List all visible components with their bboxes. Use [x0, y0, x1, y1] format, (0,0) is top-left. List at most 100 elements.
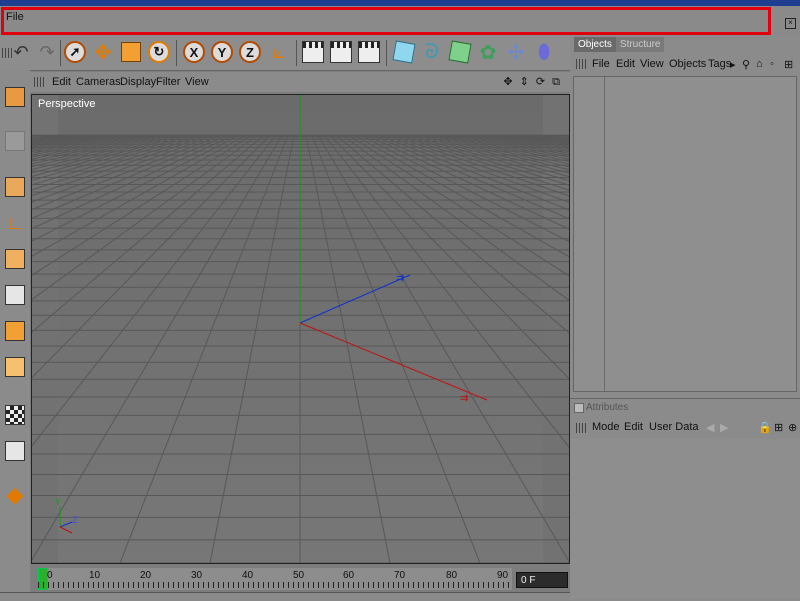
highlight-box [1, 7, 771, 35]
redo-button[interactable]: ↷ [34, 38, 60, 66]
y-axis-lock-button[interactable]: Y [209, 38, 235, 66]
object-list[interactable] [573, 76, 797, 392]
model-mode-icon [5, 87, 25, 107]
array-button[interactable]: ✿ [475, 38, 501, 66]
perspective-viewport[interactable]: ⇉ ⇉ Perspective Y Z [31, 94, 570, 564]
viewport-menu-edit[interactable]: Edit [52, 76, 71, 88]
timeline[interactable]: 0 10 20 30 40 50 60 70 80 90 [38, 568, 512, 590]
add-icon[interactable]: ⊕ [788, 421, 797, 434]
scale-button[interactable] [118, 38, 144, 66]
clapper-icon [358, 41, 380, 63]
use-object-mode-button[interactable] [2, 126, 28, 156]
uvw-points-button[interactable] [2, 316, 28, 346]
live-selection-button[interactable]: ➚ [62, 38, 88, 66]
timeline-tick: 50 [293, 570, 305, 581]
undo-button[interactable]: ↶ [8, 38, 34, 66]
clapper-icon [302, 41, 324, 63]
coordinate-system-button[interactable]: ⟀ [266, 38, 292, 66]
attributes-menu-edit[interactable]: Edit [624, 421, 643, 433]
tab-structure[interactable]: Structure [615, 37, 665, 52]
new-attribute-window-icon[interactable]: ⊞ [774, 421, 783, 434]
attributes-menu: Mode Edit User Data ◀ ▶ 🔒 ⊞ ⊕ [570, 419, 800, 437]
objects-menu-tags[interactable]: Tags [708, 58, 731, 70]
uvw-polygons-button[interactable] [2, 352, 28, 382]
attributes-menu-grip-icon[interactable] [576, 423, 586, 433]
render-settings-button[interactable] [356, 38, 382, 66]
render-view-button[interactable] [300, 38, 326, 66]
back-arrow-icon[interactable]: ◀ [706, 421, 714, 434]
attributes-menu-mode[interactable]: Mode [592, 421, 620, 433]
timeline-tick: 90 [497, 570, 509, 581]
array-icon: ✿ [479, 41, 497, 64]
toolbar-separator [296, 40, 297, 66]
scene-button[interactable]: ⬮ [531, 38, 557, 66]
timeline-tick: 30 [191, 570, 203, 581]
z-axis-lock-button[interactable]: Z [237, 38, 263, 66]
x-axis-lock-button[interactable]: X [181, 38, 207, 66]
cursor-icon: ➚ [64, 41, 86, 63]
home-icon[interactable]: ⌂ [756, 58, 763, 70]
nurbs-icon [448, 40, 472, 64]
current-frame-field[interactable]: 0 F [516, 572, 568, 588]
workplane-icon [5, 441, 25, 461]
viewport-grid: ⇉ ⇉ [32, 95, 569, 563]
use-axis-mode-button[interactable]: ∟ [2, 208, 28, 238]
objects-menu-edit[interactable]: Edit [616, 58, 635, 70]
objects-menu-objects[interactable]: Objects [669, 58, 706, 70]
z-axis-icon: Z [239, 41, 261, 63]
viewport-menu: Edit Cameras Display Filter View ✥ ⇕ ⟳ ⧉ [30, 72, 570, 92]
more-menu-icon[interactable]: ▸ [730, 58, 736, 71]
workplane-button[interactable] [2, 436, 28, 466]
rotate-button[interactable]: ↻ [146, 38, 172, 66]
objects-menu-view[interactable]: View [640, 58, 664, 70]
nurbs-button[interactable] [447, 38, 473, 66]
lock-icon[interactable]: 🔒 [758, 421, 772, 434]
scale-icon [121, 42, 141, 62]
y-axis-icon: Y [211, 41, 233, 63]
deformer-button[interactable]: ✣ [503, 38, 529, 66]
forward-arrow-icon[interactable]: ▶ [720, 421, 728, 434]
coordinate-system-icon: ⟀ [273, 40, 285, 63]
texture-mode-button[interactable] [2, 400, 28, 430]
toolbar-separator [176, 40, 177, 66]
use-edges-mode-button[interactable] [2, 244, 28, 274]
uvw-polygons-icon [5, 357, 25, 377]
viewport-menu-filter[interactable]: Filter [156, 76, 180, 88]
render-picture-viewer-button[interactable] [328, 38, 354, 66]
viewport-menu-grip-icon[interactable] [34, 77, 44, 87]
use-points-mode-button[interactable] [2, 172, 28, 202]
viewport-menu-display[interactable]: Display [120, 76, 156, 88]
toolbar-separator [386, 40, 387, 66]
attributes-body [570, 439, 800, 599]
sculpt-button[interactable]: ◆ [2, 480, 28, 510]
spline-button[interactable]: ᘐ [419, 38, 445, 66]
objects-panel: Objects Structure File Edit View Objects … [570, 36, 800, 398]
cube-icon [392, 40, 416, 64]
objects-menu-grip-icon[interactable] [576, 59, 586, 69]
objects-menu: File Edit View Objects Tags ▸ ⚲ ⌂ ◦ ⊞ [570, 54, 800, 74]
attributes-menu-user-data[interactable]: User Data [649, 421, 699, 433]
timeline-tick: 20 [140, 570, 152, 581]
attributes-checkbox[interactable] [574, 403, 584, 413]
new-window-icon[interactable]: ⊞ [784, 58, 793, 71]
viewport-menu-view[interactable]: View [185, 76, 209, 88]
viewport-nav-icons[interactable]: ✥ ⇕ ⟳ ⧉ [503, 75, 562, 89]
cube-button[interactable] [391, 38, 417, 66]
x-axis-icon: X [183, 41, 205, 63]
tab-objects[interactable]: Objects [574, 37, 616, 52]
timeline-tick: 40 [242, 570, 254, 581]
scene-icon: ⬮ [537, 40, 551, 63]
use-model-mode-button[interactable] [2, 82, 28, 112]
eye-icon[interactable]: ◦ [770, 58, 774, 70]
move-button[interactable]: ✥ [90, 38, 116, 66]
objects-menu-file[interactable]: File [592, 58, 610, 70]
checker-icon [5, 405, 25, 425]
close-icon[interactable]: × [785, 18, 796, 29]
object-mode-icon [5, 131, 25, 151]
viewport-menu-cameras[interactable]: Cameras [76, 76, 121, 88]
search-icon[interactable]: ⚲ [742, 58, 750, 71]
points-mode-icon [5, 177, 25, 197]
use-polygons-mode-button[interactable] [2, 280, 28, 310]
edges-mode-icon [5, 249, 25, 269]
x-axis-arrow: ⇉ [460, 393, 468, 404]
